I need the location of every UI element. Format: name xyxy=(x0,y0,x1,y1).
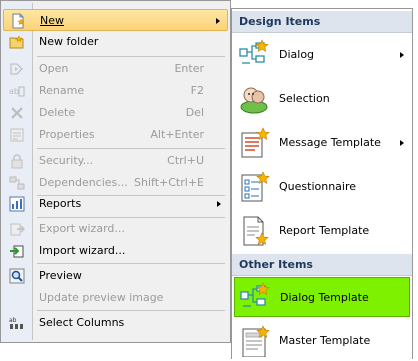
design-items-header: Design Items xyxy=(232,11,412,33)
menu-item-open[interactable]: Open Enter xyxy=(3,58,228,80)
questionnaire-icon xyxy=(241,171,270,202)
menu-item-label: Select Columns xyxy=(39,316,125,329)
menu-item-shortcut: Del xyxy=(185,106,204,119)
open-icon xyxy=(10,63,23,75)
menu-separator xyxy=(37,310,225,311)
menu-item-label: Export wizard... xyxy=(39,222,125,235)
export-icon xyxy=(10,223,25,236)
menu-item-label: New folder xyxy=(39,35,99,48)
svg-text:ab: ab xyxy=(9,87,19,96)
menu-item-shortcut: F2 xyxy=(190,84,204,97)
menu-item-update-preview-image[interactable]: Update preview image xyxy=(3,287,228,309)
menu-item-label: Dependencies... xyxy=(39,176,128,189)
menu-item-label: Update preview image xyxy=(39,291,164,304)
submenu-arrow-icon xyxy=(400,52,404,58)
menu-item-shortcut: Ctrl+U xyxy=(167,154,204,167)
submenu-item-report-template[interactable]: Report Template xyxy=(234,211,410,251)
submenu-item-label: Master Template xyxy=(279,334,371,347)
submenu-item-dialog[interactable]: Dialog xyxy=(234,35,410,75)
submenu-item-message-template[interactable]: Message Template xyxy=(234,123,410,163)
menu-item-shortcut: Alt+Enter xyxy=(150,128,204,141)
menu-separator xyxy=(37,148,225,149)
reports-icon xyxy=(9,196,25,212)
submenu-item-label: Dialog xyxy=(279,48,315,61)
menu-separator xyxy=(37,263,225,264)
submenu-item-label: Message Template xyxy=(279,136,381,149)
other-items-header: Other Items xyxy=(232,254,412,276)
menu-item-label: Security... xyxy=(39,154,94,167)
submenu-item-label: Questionnaire xyxy=(279,180,357,193)
import-icon xyxy=(10,245,24,258)
menu-item-label: Delete xyxy=(39,106,76,119)
submenu-item-questionnaire[interactable]: Questionnaire xyxy=(234,167,410,207)
menu-item-import-wizard[interactable]: Import wizard... xyxy=(3,240,228,262)
menu-item-new[interactable]: New xyxy=(3,9,228,31)
context-menu: New New folder Open Enter ab Rename F2 D… xyxy=(0,0,231,343)
menu-item-properties[interactable]: Properties Alt+Enter xyxy=(3,124,228,146)
preview-icon xyxy=(9,268,25,284)
submenu-item-master-template[interactable]: Master Template xyxy=(234,321,410,361)
menu-item-new-folder[interactable]: New folder xyxy=(3,31,228,53)
section-header-label: Design Items xyxy=(239,15,321,28)
menu-item-preview[interactable]: Preview xyxy=(3,265,228,287)
submenu-arrow-icon xyxy=(217,201,221,207)
dependencies-icon xyxy=(9,176,25,190)
menu-item-label: Reports xyxy=(39,197,82,210)
menu-item-dependencies[interactable]: Dependencies... Shift+Ctrl+E xyxy=(3,172,228,194)
menu-item-security[interactable]: Security... Ctrl+U xyxy=(3,150,228,172)
menu-item-label: Rename xyxy=(39,84,85,97)
dialog-template-icon xyxy=(240,282,270,307)
menu-item-label: New xyxy=(40,14,64,27)
svg-text:ab: ab xyxy=(9,317,17,324)
new-document-icon xyxy=(12,13,25,29)
rename-icon: ab xyxy=(9,86,25,97)
dialog-icon xyxy=(239,39,269,64)
menu-item-reports[interactable]: Reports xyxy=(3,193,228,215)
lock-icon xyxy=(11,154,23,169)
submenu-item-label: Dialog Template xyxy=(280,291,369,304)
submenu-arrow-icon xyxy=(400,140,404,146)
menu-item-select-columns[interactable]: ab Select Columns xyxy=(3,312,228,334)
menu-item-export-wizard[interactable]: Export wizard... xyxy=(3,218,228,240)
menu-item-label: Open xyxy=(39,62,69,75)
section-header-label: Other Items xyxy=(239,258,313,271)
menu-item-shortcut: Enter xyxy=(174,62,204,75)
submenu-arrow-icon xyxy=(216,18,220,24)
master-template-icon xyxy=(242,325,270,357)
columns-icon: ab xyxy=(9,317,23,329)
menu-item-delete[interactable]: Delete Del xyxy=(3,102,228,124)
submenu-item-label: Report Template xyxy=(279,224,370,237)
properties-icon xyxy=(10,128,24,142)
selection-icon xyxy=(240,87,268,114)
new-folder-icon xyxy=(9,35,24,49)
menu-item-rename[interactable]: ab Rename F2 xyxy=(3,80,228,102)
menu-item-label: Preview xyxy=(39,269,82,282)
report-template-icon xyxy=(243,216,269,246)
new-submenu: Design Items Dialog Selection Message Te… xyxy=(231,8,413,359)
submenu-item-dialog-template[interactable]: Dialog Template xyxy=(234,277,410,317)
delete-icon xyxy=(11,107,23,119)
menu-item-label: Import wizard... xyxy=(39,244,126,257)
submenu-item-selection[interactable]: Selection xyxy=(234,79,410,119)
menu-item-label: Properties xyxy=(39,128,95,141)
menu-item-shortcut: Shift+Ctrl+E xyxy=(134,176,204,189)
menu-separator xyxy=(37,56,225,57)
submenu-item-label: Selection xyxy=(279,92,330,105)
message-template-icon xyxy=(241,127,270,158)
